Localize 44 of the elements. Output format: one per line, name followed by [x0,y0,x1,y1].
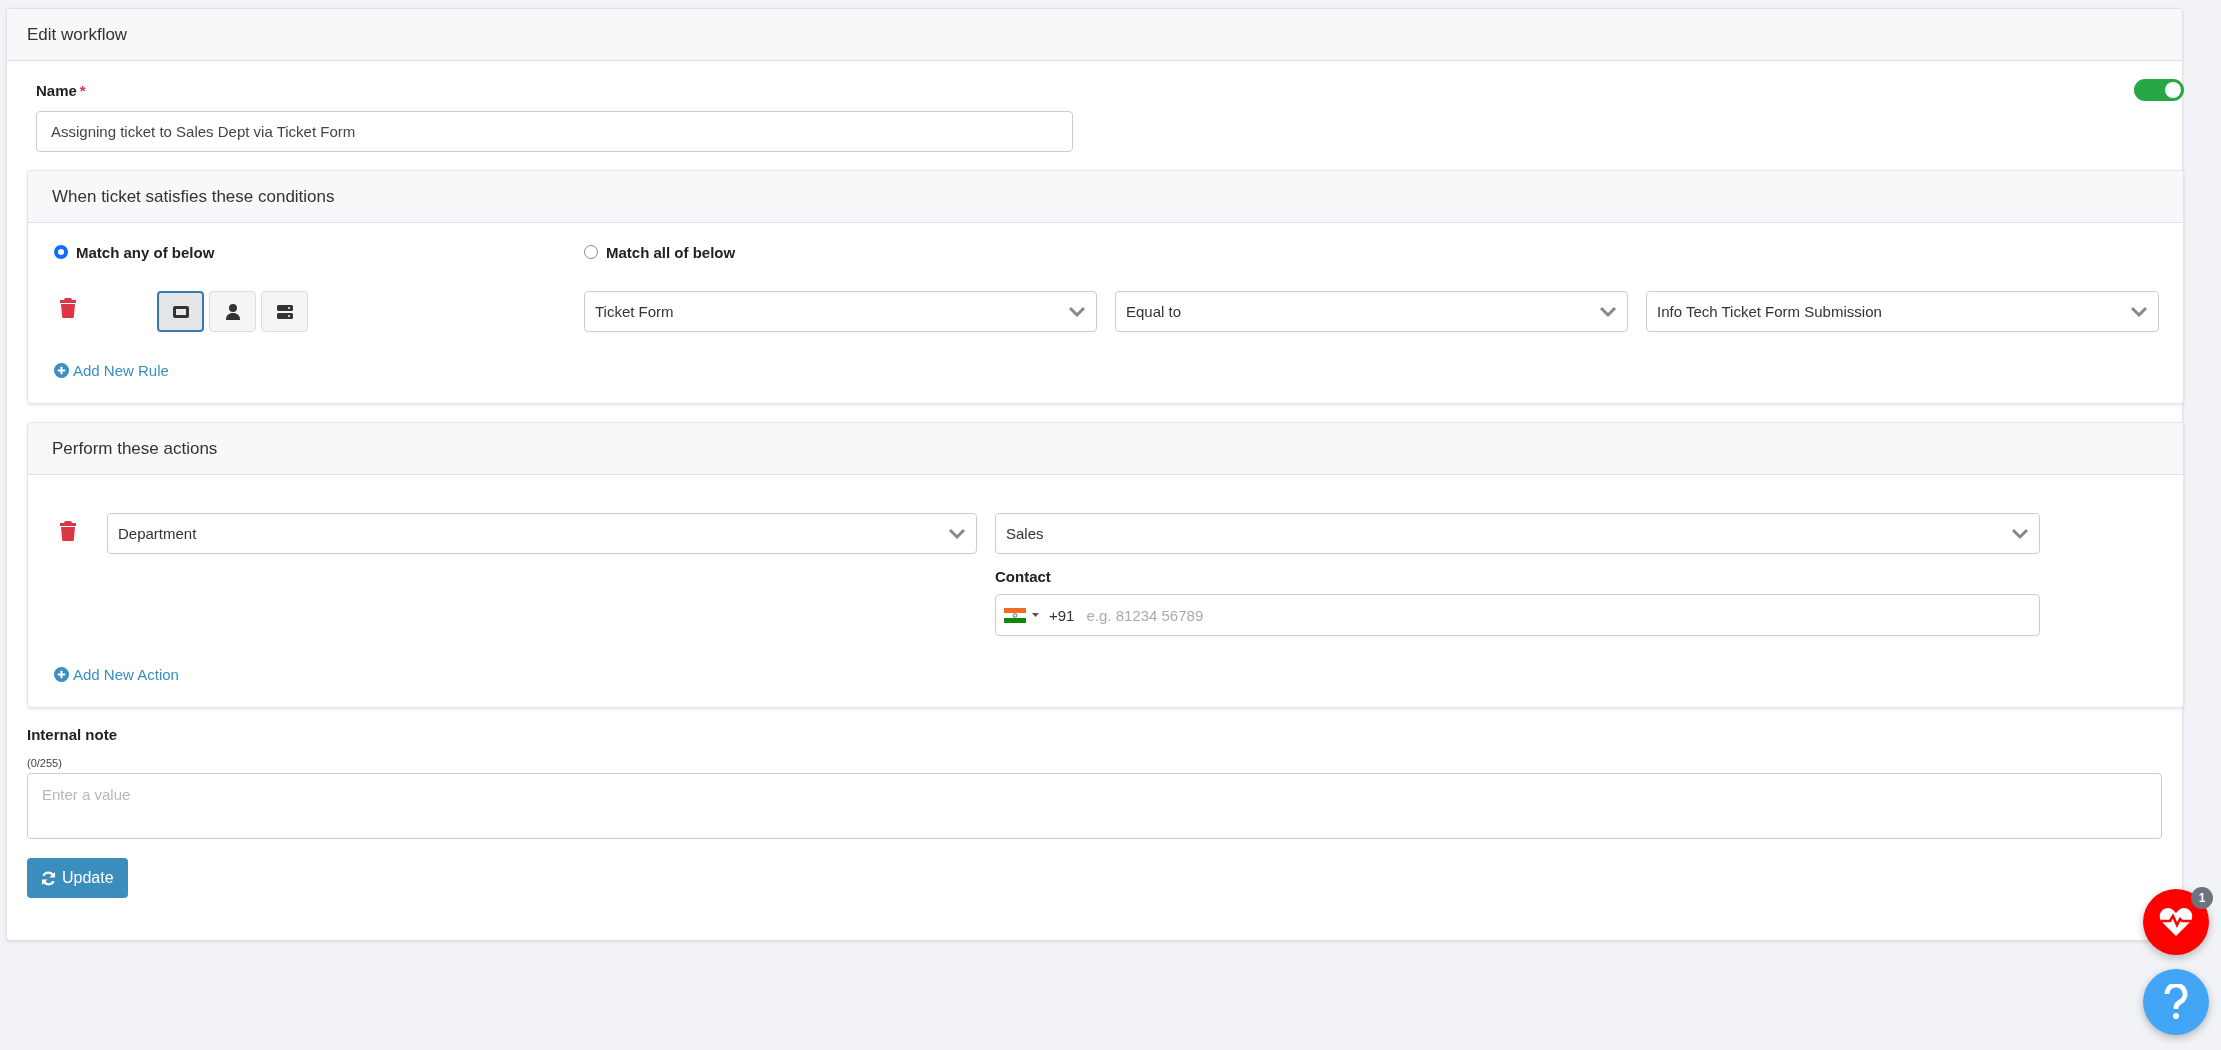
country-code: +91 [1049,606,1075,624]
heart-pulse-icon [2159,907,2193,937]
chevron-icon [2011,527,2029,540]
name-input-field[interactable]: Assigning ticket to Sales Dept via Ticket Form [36,111,1073,152]
add-action-link[interactable]: Add New Action [54,666,179,683]
field-label: Name * [36,81,86,99]
phone-placeholder: e.g. 81234 56789 [1086,606,1204,624]
panel-title: Perform these actions [52,438,218,459]
trash-icon[interactable] [60,298,76,318]
toggle-switch[interactable] [2134,79,2184,101]
phone-input-field[interactable]: +91 e.g. 81234 56789 [995,594,2040,636]
add-rule-link[interactable]: Add New Rule [54,362,169,379]
radio-label: Match all of below [606,243,736,261]
radio-button[interactable] [584,245,598,259]
trash-icon[interactable] [60,521,76,541]
help-button[interactable] [2143,969,2209,1035]
rule-type-button[interactable] [157,291,204,332]
dropdown[interactable]: Info Tech Ticket Form Submission [1646,291,2159,332]
question-mark-icon [2164,984,2188,1020]
refresh-icon [41,870,56,886]
chevron-icon [948,527,966,540]
character-counter: (0/255) [27,757,63,769]
notification-badge: 1 [2191,887,2213,909]
field-label: Internal note [27,726,117,743]
radio-button[interactable] [54,245,68,259]
field-label: Contact [995,568,1052,585]
panel-title: When ticket satisfies these conditions [52,186,335,207]
update-button[interactable]: Update [27,858,128,898]
chevron-icon [2130,305,2148,318]
chevron-icon [1068,305,1086,318]
ticket-icon [171,304,190,319]
chevron-icon [1599,305,1617,318]
plus-circle-icon [54,363,69,378]
dropdown[interactable]: Equal to [1115,291,1628,332]
dropdown[interactable]: Ticket Form [584,291,1097,332]
dropdown[interactable]: Sales [995,513,2040,554]
radio-label: Match any of below [76,243,215,261]
flag-icon [1004,607,1026,623]
server-icon [276,304,293,319]
caret-icon [1032,613,1039,617]
dropdown[interactable]: Department [107,513,977,554]
card-title: Edit workflow [27,24,128,45]
person-icon [225,303,240,320]
plus-circle-icon [54,667,69,682]
